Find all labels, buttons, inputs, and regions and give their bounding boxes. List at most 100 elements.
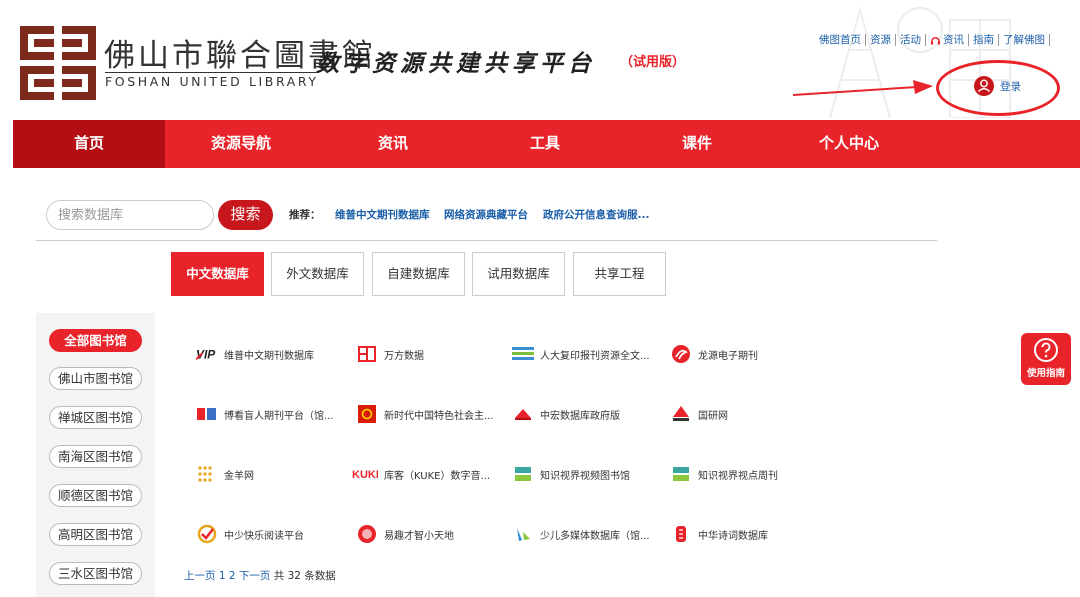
db-name: 博看盲人期刊平台（馆... (224, 410, 334, 422)
header: 佛山市聯合圖書館 FOSHAN UNITED LIBRARY 数字资源共建共享平… (0, 0, 1080, 120)
db-item[interactable]: 知识视界视点周刊 (670, 465, 778, 483)
db-item[interactable]: 金羊网 (196, 465, 254, 483)
top-link-news[interactable]: 资讯 (926, 34, 969, 46)
nav-personal-center[interactable]: 个人中心 (773, 120, 925, 168)
top-link-activities[interactable]: 活动 (896, 34, 926, 46)
db-item[interactable]: 易趣才智小天地 (356, 525, 454, 543)
search-button[interactable]: 搜索 (218, 200, 273, 230)
login-label: 登录 (1000, 80, 1021, 93)
svg-text:VIP: VIP (196, 348, 215, 361)
library-gaoming[interactable]: 高明区图书馆 (49, 523, 142, 546)
vip-logo-icon: VIP (196, 345, 218, 363)
nav-news[interactable]: 资讯 (317, 120, 469, 168)
db-item[interactable]: VIP 维普中文期刊数据库 (196, 345, 314, 363)
db-item[interactable]: 知识视界视频图书馆 (512, 465, 630, 483)
tab-shared-project[interactable]: 共享工程 (573, 252, 666, 296)
zhishi-logo-icon (512, 465, 534, 483)
library-logo-icon[interactable] (20, 26, 96, 100)
svg-text:KUKE: KUKE (352, 469, 378, 480)
top-links: 佛图首页 资源 活动 资讯 指南 了解佛图 (815, 34, 1050, 46)
next-page-link[interactable]: 下一页 (239, 570, 271, 582)
db-name: 新时代中国特色社会主... (384, 410, 494, 422)
platform-title: 数字资源共建共享平台 (316, 50, 596, 77)
library-sanshui[interactable]: 三水区图书馆 (49, 562, 142, 585)
library-chancheng[interactable]: 禅城区图书馆 (49, 406, 142, 429)
nav-courseware[interactable]: 课件 (621, 120, 773, 168)
yiqu-logo-icon (356, 525, 378, 543)
db-item[interactable]: KUKE 库客（KUKE）数字音... (352, 465, 490, 483)
db-name: 少儿多媒体数据库（馆... (540, 530, 650, 542)
db-name: 国研网 (698, 410, 728, 422)
zhonghong-logo-icon (512, 405, 534, 423)
library-shunde[interactable]: 顺德区图书馆 (49, 484, 142, 507)
db-name: 中少快乐阅读平台 (224, 530, 304, 542)
nav-home[interactable]: 首页 (13, 120, 165, 168)
arrow-annotation-icon (793, 80, 933, 96)
prev-page-link[interactable]: 上一页 (184, 570, 216, 582)
db-item[interactable]: 龙源电子期刊 (670, 345, 758, 363)
tab-self-built-db[interactable]: 自建数据库 (372, 252, 465, 296)
db-name: 知识视界视点周刊 (698, 470, 778, 482)
db-item[interactable]: 中宏数据库政府版 (512, 405, 620, 423)
usage-guide-label: 使用指南 (1026, 368, 1065, 379)
longyuan-logo-icon (670, 345, 692, 363)
tab-chinese-db[interactable]: 中文数据库 (171, 252, 264, 296)
page-1-link[interactable]: 1 (219, 570, 226, 582)
total-count: 共 32 条数据 (273, 570, 336, 582)
top-link-guide[interactable]: 指南 (969, 34, 999, 46)
db-name: 库客（KUKE）数字音... (384, 470, 491, 482)
tab-foreign-db[interactable]: 外文数据库 (271, 252, 364, 296)
recommend-link-gov[interactable]: 政府公开信息查询服... (543, 207, 649, 222)
main-nav: 首页 资源导航 资讯 工具 课件 个人中心 (13, 120, 1080, 168)
pagination: 上一页 1 2 下一页 共 32 条数据 (184, 568, 336, 583)
library-all[interactable]: 全部图书馆 (49, 329, 142, 352)
kuke-logo-icon: KUKE (352, 465, 378, 483)
db-item[interactable]: 中少快乐阅读平台 (196, 524, 304, 544)
db-name: 中华诗词数据库 (698, 530, 768, 542)
top-link-home[interactable]: 佛图首页 (815, 34, 866, 46)
recommend-link-archive[interactable]: 网络资源典藏平台 (444, 207, 528, 222)
library-nanhai[interactable]: 南海区图书馆 (49, 445, 142, 468)
zhongshao-logo-icon (196, 524, 218, 544)
usage-guide-button[interactable]: 使用指南 (1021, 333, 1071, 385)
db-item[interactable]: 人大复印报刊资源全文... (512, 345, 650, 363)
nav-tools[interactable]: 工具 (469, 120, 621, 168)
recommend-link-vip[interactable]: 维普中文期刊数据库 (335, 207, 430, 222)
nav-resource-guide[interactable]: 资源导航 (165, 120, 317, 168)
divider (36, 240, 937, 241)
db-name: 易趣才智小天地 (384, 530, 454, 542)
top-link-news-label: 资讯 (943, 34, 964, 46)
poetry-logo-icon (670, 525, 692, 543)
tab-trial-db[interactable]: 试用数据库 (472, 252, 565, 296)
renda-logo-icon (512, 345, 534, 363)
db-item[interactable]: 少儿多媒体数据库（馆... (512, 525, 650, 543)
user-icon (974, 76, 994, 96)
db-name: 中宏数据库政府版 (540, 410, 620, 422)
db-name: 金羊网 (224, 470, 254, 482)
db-item[interactable]: 博看盲人期刊平台（馆... (196, 405, 334, 423)
db-item[interactable]: 新时代中国特色社会主... (356, 405, 494, 423)
search-input[interactable] (46, 200, 214, 230)
children-media-logo-icon (512, 525, 534, 543)
db-name: 知识视界视频图书馆 (540, 470, 630, 482)
db-item[interactable]: 中华诗词数据库 (670, 525, 768, 543)
wanfang-logo-icon (356, 345, 378, 363)
db-name: 万方数据 (384, 350, 424, 362)
top-link-about[interactable]: 了解佛图 (999, 34, 1050, 46)
recommend-label: 推荐： (289, 209, 321, 221)
db-name: 人大复印报刊资源全文... (540, 350, 650, 362)
drcnet-logo-icon (670, 405, 692, 423)
db-item[interactable]: 国研网 (670, 405, 728, 423)
help-icon (1034, 338, 1058, 362)
headset-icon (930, 36, 941, 45)
jinyang-logo-icon (196, 465, 218, 483)
top-link-resources[interactable]: 资源 (866, 34, 896, 46)
party-emblem-icon (356, 405, 378, 423)
library-foshan[interactable]: 佛山市图书馆 (49, 367, 142, 390)
bookan-logo-icon (196, 405, 218, 423)
db-name: 龙源电子期刊 (698, 350, 758, 362)
page-2-link[interactable]: 2 (229, 570, 236, 582)
login-button[interactable]: 登录 (974, 76, 1021, 96)
trial-badge: （试用版） (620, 55, 686, 70)
db-item[interactable]: 万方数据 (356, 345, 424, 363)
